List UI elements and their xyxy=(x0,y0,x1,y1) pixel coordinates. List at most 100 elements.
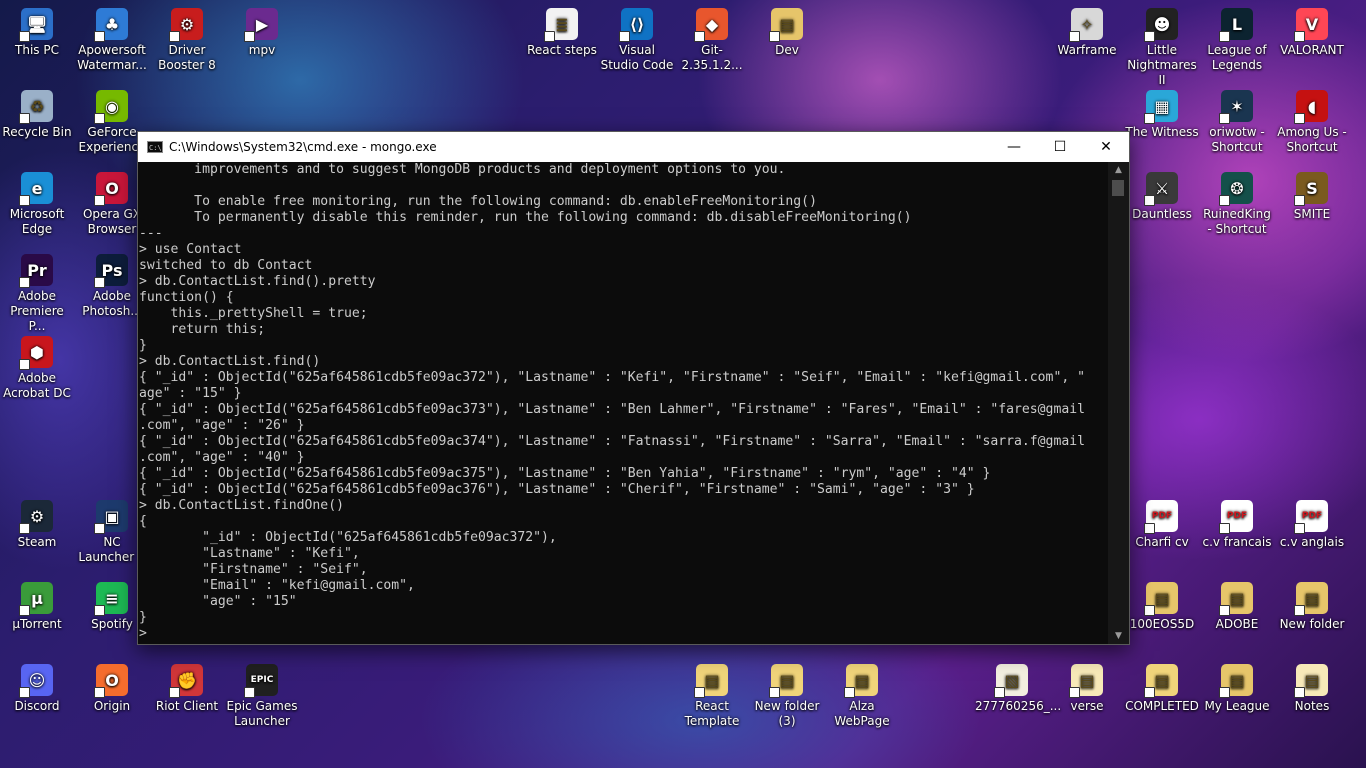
desktop-icon[interactable]: ▤ My League xyxy=(1200,664,1274,714)
desktop-icon[interactable]: ≣ React steps xyxy=(525,8,599,58)
desktop-icon[interactable]: ▧ 277760256_... xyxy=(975,664,1061,714)
desktop-icon[interactable]: ♣ Apowersoft Watermar... xyxy=(75,8,149,73)
close-button[interactable]: ✕ xyxy=(1083,132,1129,162)
scroll-thumb[interactable] xyxy=(1112,180,1124,196)
desktop-icon[interactable]: PDF Charfi cv xyxy=(1125,500,1199,550)
desktop-icon-label: Discord xyxy=(14,699,60,713)
desktop-icon-label: Charfi cv xyxy=(1135,535,1189,549)
desktop-icon[interactable]: ⚙ Driver Booster 8 xyxy=(150,8,224,73)
console-line: .com", "age" : "26" } xyxy=(139,418,305,433)
desktop-icon-glyph: ▤ xyxy=(844,664,878,698)
console-line: > db.ContactList.find().pretty xyxy=(139,274,376,289)
desktop-icon[interactable]: Pr Adobe Premiere P... xyxy=(0,254,74,334)
desktop-icon[interactable]: µ µTorrent xyxy=(0,582,74,632)
desktop-icon-label: SMITE xyxy=(1293,207,1331,221)
desktop-icon-label: Alza WebPage xyxy=(834,699,890,728)
desktop-icon[interactable]: ▤ Alza WebPage xyxy=(825,664,899,729)
desktop-icon-label: Adobe Acrobat DC xyxy=(3,371,71,400)
console-output[interactable]: improvements and to suggest MongoDB prod… xyxy=(138,162,1108,644)
desktop-icon-glyph: ☻ xyxy=(1144,8,1178,42)
desktop-icon-glyph: ▤ xyxy=(769,8,803,42)
console-line: > db.ContactList.find() xyxy=(139,354,321,369)
desktop-icon[interactable]: O Origin xyxy=(75,664,149,714)
desktop-icon-label: mpv xyxy=(248,43,276,57)
desktop-icon-label: Apowersoft Watermar... xyxy=(77,43,147,72)
scroll-up-icon[interactable]: ▲ xyxy=(1108,162,1129,178)
desktop-icon[interactable]: ◖ Among Us - Shortcut xyxy=(1275,90,1349,155)
cmd-window[interactable]: C:\ C:\Windows\System32\cmd.exe - mongo.… xyxy=(137,131,1130,645)
minimize-icon: — xyxy=(1007,139,1021,155)
vertical-scrollbar[interactable]: ▲ ▼ xyxy=(1108,162,1129,644)
desktop-icon[interactable]: e Microsoft Edge xyxy=(0,172,74,237)
desktop-icon[interactable]: PDF c.v francais xyxy=(1200,500,1274,550)
desktop-icon-glyph: ☺ xyxy=(19,664,53,698)
maximize-button[interactable]: ☐ xyxy=(1037,132,1083,162)
console-line: .com", "age" : "40" } xyxy=(139,450,305,465)
desktop-icon-glyph: e xyxy=(19,172,53,206)
desktop-icon-glyph: PDF xyxy=(1219,500,1253,534)
console-line: "Email" : "kefi@gmail.com", xyxy=(139,578,415,593)
desktop-icon[interactable]: ▤ 100EOS5D xyxy=(1125,582,1199,632)
desktop-icon[interactable]: ✶ oriwotw - Shortcut xyxy=(1200,90,1274,155)
desktop-icon[interactable]: ⬢ Adobe Acrobat DC xyxy=(0,336,74,401)
desktop-icon[interactable]: EPIC Epic Games Launcher xyxy=(225,664,299,729)
cmd-app-icon: C:\ xyxy=(147,141,163,153)
desktop-icon[interactable]: ⟨⟩ Visual Studio Code xyxy=(600,8,674,73)
desktop-icon[interactable]: ▤ New folder (3) xyxy=(750,664,824,729)
desktop-icon[interactable]: ☻ Little Nightmares II xyxy=(1125,8,1199,88)
desktop-icon-glyph: ◆ xyxy=(694,8,728,42)
minimize-button[interactable]: — xyxy=(991,132,1037,162)
desktop-icon[interactable]: ⚔ Dauntless xyxy=(1125,172,1199,222)
console-line: switched to db Contact xyxy=(139,258,313,273)
desktop-icon-glyph: O xyxy=(94,664,128,698)
scroll-down-icon[interactable]: ▼ xyxy=(1108,628,1129,644)
desktop-icon-label: ADOBE xyxy=(1215,617,1259,631)
desktop-icon-glyph: ◉ xyxy=(94,90,128,124)
desktop-icon[interactable]: PDF c.v anglais xyxy=(1275,500,1349,550)
desktop-icon-glyph: L xyxy=(1219,8,1253,42)
desktop-icon[interactable]: ♻ Recycle Bin xyxy=(0,90,74,140)
desktop-icon[interactable]: ◆ Git-2.35.1.2... xyxy=(675,8,749,73)
desktop-icon-glyph: ✧ xyxy=(1069,8,1103,42)
desktop-icon[interactable]: ▤ New folder xyxy=(1275,582,1349,632)
desktop-icon[interactable]: ▤ ADOBE xyxy=(1200,582,1274,632)
desktop-icon[interactable]: ☺ Discord xyxy=(0,664,74,714)
desktop-icon-glyph: Pr xyxy=(19,254,53,288)
desktop-icon[interactable]: ▤ React Template xyxy=(675,664,749,729)
desktop-icon-glyph: ⚔ xyxy=(1144,172,1178,206)
desktop-icon-label: Git-2.35.1.2... xyxy=(681,43,743,72)
desktop-icon-label: 100EOS5D xyxy=(1129,617,1195,631)
desktop-icon-glyph: PDF xyxy=(1294,500,1328,534)
desktop-icon-label: Origin xyxy=(93,699,131,713)
desktop-icon[interactable]: V VALORANT xyxy=(1275,8,1349,58)
desktop-icon-label: oriwotw - Shortcut xyxy=(1209,125,1265,154)
desktop-icon-glyph: ⬢ xyxy=(19,336,53,370)
desktop-icon[interactable]: ▦ The Witness xyxy=(1125,90,1199,140)
desktop-icon-label: COMPLETED xyxy=(1125,699,1199,713)
console-line: function() { xyxy=(139,290,234,305)
desktop-icon-glyph: ▤ xyxy=(1294,664,1328,698)
desktop-icon[interactable]: ✊ Riot Client xyxy=(150,664,224,714)
desktop-icon-glyph: ▤ xyxy=(1219,582,1253,616)
desktop-icon[interactable]: ▶ mpv xyxy=(225,8,299,58)
desktop-icon[interactable]: ❂ RuinedKing - Shortcut xyxy=(1200,172,1274,237)
desktop-icon-glyph: ♻ xyxy=(19,90,53,124)
console-line: To permanently disable this reminder, ru… xyxy=(139,210,912,225)
window-titlebar[interactable]: C:\ C:\Windows\System32\cmd.exe - mongo.… xyxy=(138,132,1129,162)
desktop-icon[interactable]: L League of Legends xyxy=(1200,8,1274,73)
desktop-icon[interactable]: S SMITE xyxy=(1275,172,1349,222)
desktop-icon[interactable]: ▤ verse xyxy=(1050,664,1124,714)
desktop-icon-glyph: ◖ xyxy=(1294,90,1328,124)
window-controls: — ☐ ✕ xyxy=(991,132,1129,162)
desktop-icon[interactable]: 🖥 This PC xyxy=(0,8,74,58)
desktop-icon[interactable]: ⚙ Steam xyxy=(0,500,74,550)
console-line: --- xyxy=(139,226,163,241)
desktop-icon[interactable]: ▤ Dev xyxy=(750,8,824,58)
console-line: } xyxy=(139,338,147,353)
desktop-icon[interactable]: ▤ COMPLETED xyxy=(1125,664,1199,714)
desktop-icon-label: Microsoft Edge xyxy=(9,207,65,236)
desktop-icon[interactable]: ✧ Warframe xyxy=(1050,8,1124,58)
desktop-icon[interactable]: ▤ Notes xyxy=(1275,664,1349,714)
desktop-icon-label: New folder xyxy=(1279,617,1345,631)
